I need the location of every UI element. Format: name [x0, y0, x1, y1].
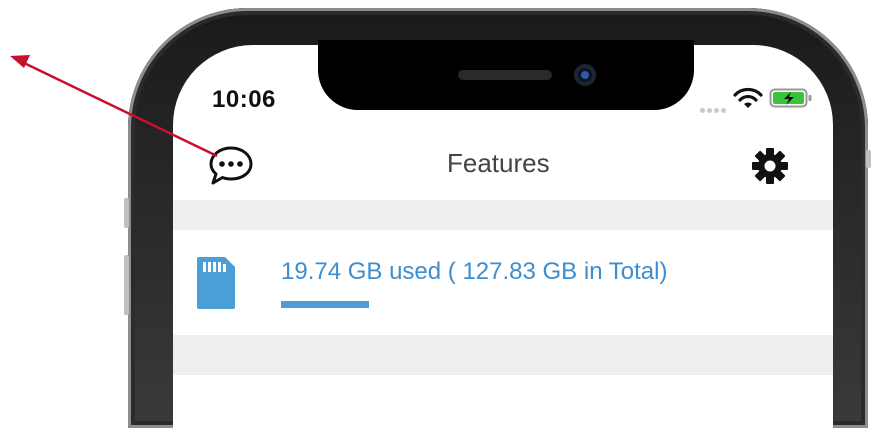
- annotation-arrow: [10, 55, 218, 158]
